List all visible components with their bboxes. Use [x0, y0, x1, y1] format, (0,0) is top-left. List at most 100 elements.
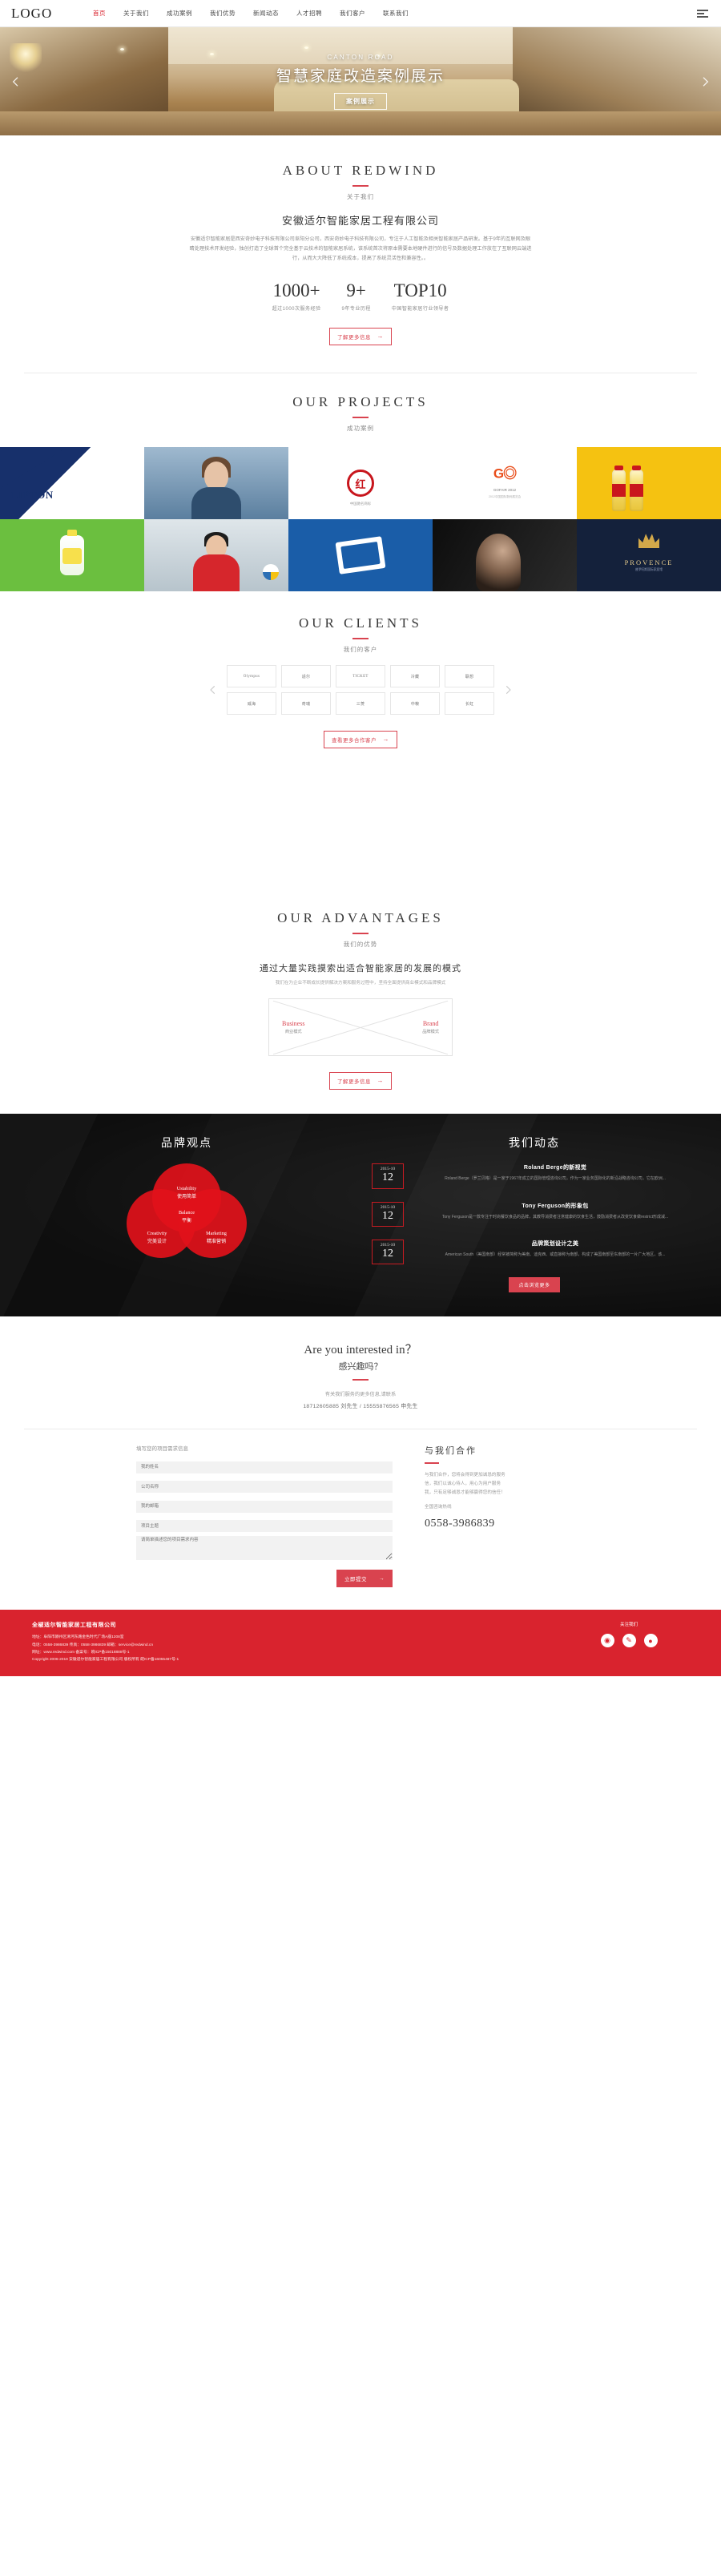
name-input[interactable] — [136, 1461, 393, 1473]
news-item-title: Roland Berge的新视觉 — [523, 1165, 587, 1171]
nav-item-clients[interactable]: 我们客户 — [340, 9, 365, 18]
email-input[interactable] — [136, 1500, 393, 1513]
hamburger-icon[interactable] — [697, 9, 708, 18]
footer-company: 全椒适尔智能家居工程有限公司 — [32, 1623, 116, 1629]
site-footer: 全椒适尔智能家居工程有限公司 地址：阜阳市颍州区清河东路金色时代广场A座1208… — [0, 1610, 721, 1676]
venn-node-marketing: Marketing 精准营销 — [191, 1231, 242, 1244]
client-logo[interactable]: 联想 — [445, 665, 494, 688]
about-section: ABOUT REDWIND 关于我们 安徽适尔智能家居工程有限公司 安徽适尔智能… — [0, 135, 721, 373]
project-tile-soap[interactable] — [0, 519, 144, 592]
message-textarea[interactable] — [136, 1536, 393, 1561]
client-logo[interactable]: TICKET — [336, 665, 385, 688]
project-tile-gofair[interactable]: G◎ GOFAIR 2012 2012中国国际数码展览会 — [433, 447, 577, 520]
arrow-right-icon: → — [382, 736, 389, 744]
section-rule — [352, 1379, 369, 1381]
project-tile-redseal[interactable]: 红 中国驰名商标 — [288, 447, 433, 520]
clients-next-arrow[interactable] — [502, 684, 514, 695]
brand-view-title: 品牌观点 — [161, 1136, 212, 1150]
venn-node-usability: Ustability 使用简单 — [161, 1186, 212, 1199]
advantages-node-brand: Brand 品牌模式 — [422, 1020, 439, 1034]
project-tile-blue-poster[interactable] — [288, 519, 433, 592]
venn-label-cn: 平衡 — [181, 1219, 191, 1224]
clients-row: Olympus 适尔 TICKET 冷藏 联想 — [227, 665, 494, 688]
news-item[interactable]: 2015-10 12 Tony Ferguson的形象包 Tony Fergus… — [372, 1201, 697, 1228]
arrow-right-icon: → — [377, 333, 384, 341]
project-tile-portrait[interactable] — [433, 519, 577, 592]
nav-item-cases[interactable]: 成功案例 — [167, 9, 192, 18]
hero-cta-button[interactable]: 案例展示 — [334, 92, 387, 110]
about-stats: 1000+ 超过1000次服务经验 9+ 9年专业历程 TOP10 中国智能家居… — [0, 281, 721, 312]
company-input[interactable] — [136, 1481, 393, 1494]
news-body: Tony Ferguson的形象包 Tony Ferguson是一款专注于时尚餐… — [413, 1202, 697, 1221]
nav-item-jobs[interactable]: 人才招聘 — [296, 9, 322, 18]
nav-item-advantages[interactable]: 我们优势 — [210, 9, 236, 18]
about-more-button[interactable]: 了解更多信息 → — [329, 328, 392, 346]
news-date-day: 12 — [382, 1171, 393, 1184]
contact-info: 与我们合作 与我们合作，您将会得到更加诚恳的服务 信，我们以诚心待人，用心为用户… — [425, 1444, 585, 1587]
submit-button[interactable]: 立即提交 → — [336, 1570, 393, 1588]
spacer — [0, 766, 721, 887]
news-body: Roland Berge的新视觉 Roland Berge（罗兰贝格）是一家于1… — [413, 1163, 697, 1183]
news-body: 品牌策划设计之美 American South（美国南部）经常被简称为美南、迪克… — [413, 1240, 697, 1259]
client-logo[interactable]: 长虹 — [445, 692, 494, 716]
news-date-day: 12 — [382, 1248, 393, 1260]
clients-more-button[interactable]: 查看更多合作客户 → — [324, 731, 397, 749]
about-title-cn: 关于我们 — [347, 193, 374, 200]
news-date: 2015-10 12 — [372, 1163, 404, 1189]
node-label-cn: 品牌模式 — [422, 1030, 439, 1035]
client-logo[interactable]: 适尔 — [281, 665, 331, 688]
main-nav: 首页 关于我们 成功案例 我们优势 新闻动态 人才招聘 我们客户 联系我们 — [93, 9, 409, 18]
site-logo[interactable]: LOGO — [11, 6, 85, 22]
stat-value: 9+ — [346, 280, 366, 301]
nav-item-news[interactable]: 新闻动态 — [253, 9, 279, 18]
footer-line: 网址：www.redwind.com 备案号：皖ICP备15018888号-1 — [32, 1650, 130, 1655]
news-item[interactable]: 2015-10 12 品牌策划设计之美 American South（美国南部）… — [372, 1240, 697, 1265]
qq-icon[interactable]: ● — [643, 1634, 658, 1648]
hero-eyebrow: CANTON ROAD — [327, 53, 394, 61]
interested-section: Are you interested in？ 感兴趣吗？ 有关我们服务的更多信息… — [0, 1316, 721, 1429]
client-logo[interactable]: 威海 — [227, 692, 276, 716]
footer-line: 地址：阜阳市颍州区清河东路金色时代广场A座1208室 — [32, 1635, 124, 1640]
gofair-logo: G◎ — [493, 466, 517, 482]
news-more-button[interactable]: 点击浏览更多 — [509, 1277, 560, 1293]
project-tile-athlete[interactable] — [144, 519, 288, 592]
client-logo[interactable]: 中粮 — [390, 692, 440, 716]
about-title-en: ABOUT REDWIND — [282, 163, 439, 178]
section-rule — [425, 1462, 439, 1465]
client-logo[interactable]: Olympus — [227, 665, 276, 688]
hero-next-arrow[interactable] — [699, 75, 711, 88]
footer-right: 关注我们 ◉ ✎ ● — [569, 1621, 689, 1663]
projects-grid: LIPTON 红 中国驰名商标 G◎ GOFAIR 2012 2012中国国际数… — [0, 447, 721, 592]
advantages-more-button[interactable]: 了解更多信息 → — [329, 1072, 392, 1090]
project-label: 中国驰名商标 — [349, 502, 372, 506]
contact-info-line1: 与我们合作，您将会得到更加诚恳的服务 — [425, 1473, 506, 1478]
project-tile-provence[interactable]: PROVENCE 普罗旺斯国际家居馆 — [577, 519, 721, 592]
wechat-icon[interactable]: ✎ — [622, 1634, 636, 1648]
news-date: 2015-10 12 — [372, 1240, 404, 1265]
project-tile-person[interactable] — [144, 447, 288, 520]
news-column: 我们动态 2015-10 12 Roland Berge的新视觉 Roland … — [372, 1135, 697, 1293]
hero-title: 智慧家庭改造案例展示 — [276, 67, 445, 85]
client-logo[interactable]: 冷藏 — [390, 665, 440, 688]
projects-title-cn: 成功案例 — [347, 425, 374, 433]
project-tile-lipton[interactable]: LIPTON — [0, 447, 144, 520]
weibo-icon[interactable]: ◉ — [600, 1634, 614, 1648]
client-logo[interactable]: 奇瑞 — [281, 692, 331, 716]
submit-label: 立即提交 — [344, 1577, 367, 1583]
subject-input[interactable] — [136, 1520, 393, 1533]
contact-form: 填写您的项目需求信息 立即提交 → — [136, 1444, 393, 1588]
nav-item-contact[interactable]: 联系我们 — [383, 9, 409, 18]
client-logo[interactable]: 三菱 — [336, 692, 385, 716]
nav-item-about[interactable]: 关于我们 — [123, 9, 149, 18]
project-tile-beverage[interactable] — [577, 447, 721, 520]
hero-prev-arrow[interactable] — [10, 75, 22, 88]
nav-item-home[interactable]: 首页 — [93, 9, 106, 18]
venn-node-creativity: Creativity 完美设计 — [131, 1231, 183, 1244]
interested-title-cn: 感兴趣吗？ — [338, 1362, 383, 1373]
news-item[interactable]: 2015-10 12 Roland Berge的新视觉 Roland Berge… — [372, 1163, 697, 1189]
arrow-right-icon: → — [379, 1575, 385, 1582]
section-rule — [352, 417, 369, 419]
node-label-en: Brand — [422, 1020, 439, 1028]
advantages-diagram: Business 商业模式 Brand 品牌模式 — [268, 998, 453, 1057]
clients-prev-arrow[interactable] — [207, 684, 219, 695]
